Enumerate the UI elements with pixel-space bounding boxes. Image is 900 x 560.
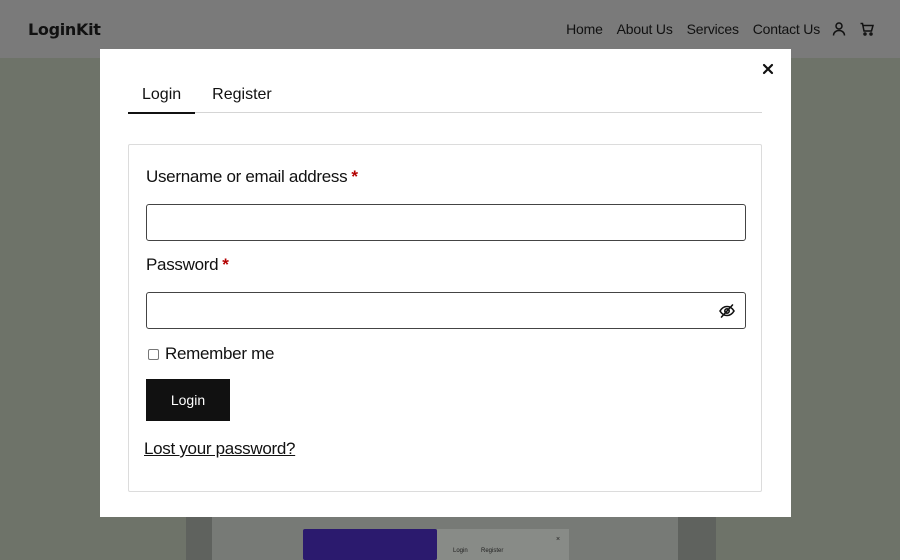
remember-me: Remember me xyxy=(148,344,274,364)
login-modal: Login Register Username or email address… xyxy=(100,49,791,517)
preview-close: × xyxy=(556,536,561,543)
auth-tabs: Login Register xyxy=(128,85,762,114)
remember-label: Remember me xyxy=(165,344,275,363)
username-label-text: Username or email address xyxy=(146,167,348,186)
nav-services[interactable]: Services xyxy=(687,21,739,37)
required-mark: * xyxy=(351,167,358,186)
password-input[interactable] xyxy=(146,292,746,329)
preview-tab-register: Register xyxy=(481,548,504,554)
main-nav: Home About Us Services Contact Us xyxy=(552,20,876,38)
remember-checkbox[interactable] xyxy=(148,348,159,360)
preview-login-panel xyxy=(437,529,569,560)
username-input[interactable] xyxy=(146,204,746,241)
eye-slash-icon[interactable] xyxy=(719,303,735,319)
nav-home[interactable]: Home xyxy=(566,21,603,37)
nav-contact-us[interactable]: Contact Us xyxy=(753,21,820,37)
preview-image xyxy=(303,529,437,560)
login-form: Username or email address * Password * Rem… xyxy=(128,144,762,492)
login-button[interactable]: Login xyxy=(146,379,230,421)
user-icon[interactable] xyxy=(830,20,848,38)
cart-icon[interactable] xyxy=(858,20,876,38)
password-label-text: Password xyxy=(146,255,219,274)
required-mark: * xyxy=(222,255,229,274)
lost-password-link[interactable]: Lost your password? xyxy=(144,439,295,459)
username-label: Username or email address * xyxy=(146,167,358,187)
tab-login[interactable]: Login xyxy=(128,85,196,114)
nav-about-us[interactable]: About Us xyxy=(617,21,673,37)
preview-tab-login: Login xyxy=(453,548,468,554)
close-icon[interactable] xyxy=(761,62,775,76)
tab-register[interactable]: Register xyxy=(198,85,286,113)
site-logo[interactable]: LoginKit xyxy=(28,20,101,39)
password-label: Password * xyxy=(146,255,229,275)
